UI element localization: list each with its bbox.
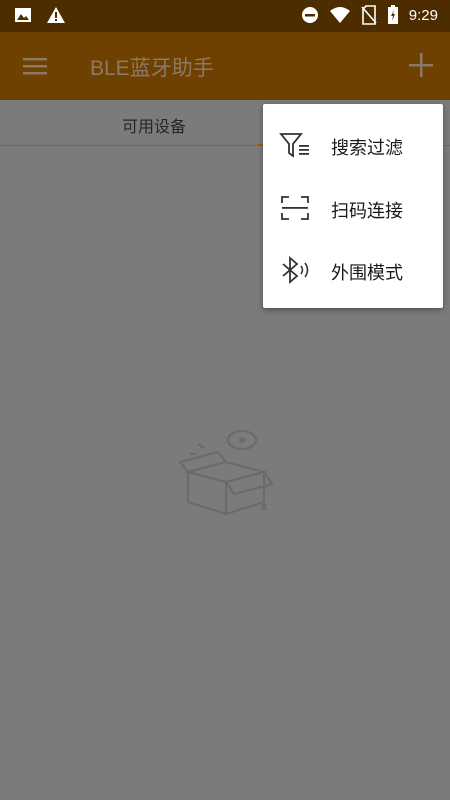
status-bar: 9:29	[0, 0, 450, 32]
warning-icon	[46, 6, 66, 24]
do-not-disturb-icon	[301, 6, 319, 24]
hamburger-menu-icon[interactable]	[22, 54, 48, 78]
add-options-popup-menu: 搜索过滤 扫码连接 外围模式	[263, 104, 443, 308]
bluetooth-broadcast-icon	[279, 256, 311, 284]
no-sim-icon	[361, 5, 377, 25]
app-bar: BLE蓝牙助手	[0, 32, 450, 100]
scan-icon	[279, 194, 311, 222]
menu-item-label: 搜索过滤	[331, 138, 403, 158]
menu-item-scan-connect[interactable]: 扫码连接	[263, 177, 443, 239]
tab-available-devices[interactable]: 可用设备	[122, 113, 186, 137]
image-icon	[14, 7, 32, 23]
menu-item-label: 外围模式	[331, 263, 403, 283]
menu-item-label: 扫码连接	[331, 201, 403, 221]
status-time: 9:29	[408, 6, 438, 24]
empty-box-illustration	[176, 426, 276, 518]
plus-icon[interactable]	[406, 50, 436, 80]
app-title: BLE蓝牙助手	[90, 57, 214, 80]
wifi-icon	[329, 6, 351, 24]
menu-item-peripheral-mode[interactable]: 外围模式	[263, 239, 443, 301]
battery-icon	[387, 5, 399, 25]
menu-item-search-filter[interactable]: 搜索过滤	[263, 114, 443, 176]
filter-icon	[279, 131, 311, 159]
